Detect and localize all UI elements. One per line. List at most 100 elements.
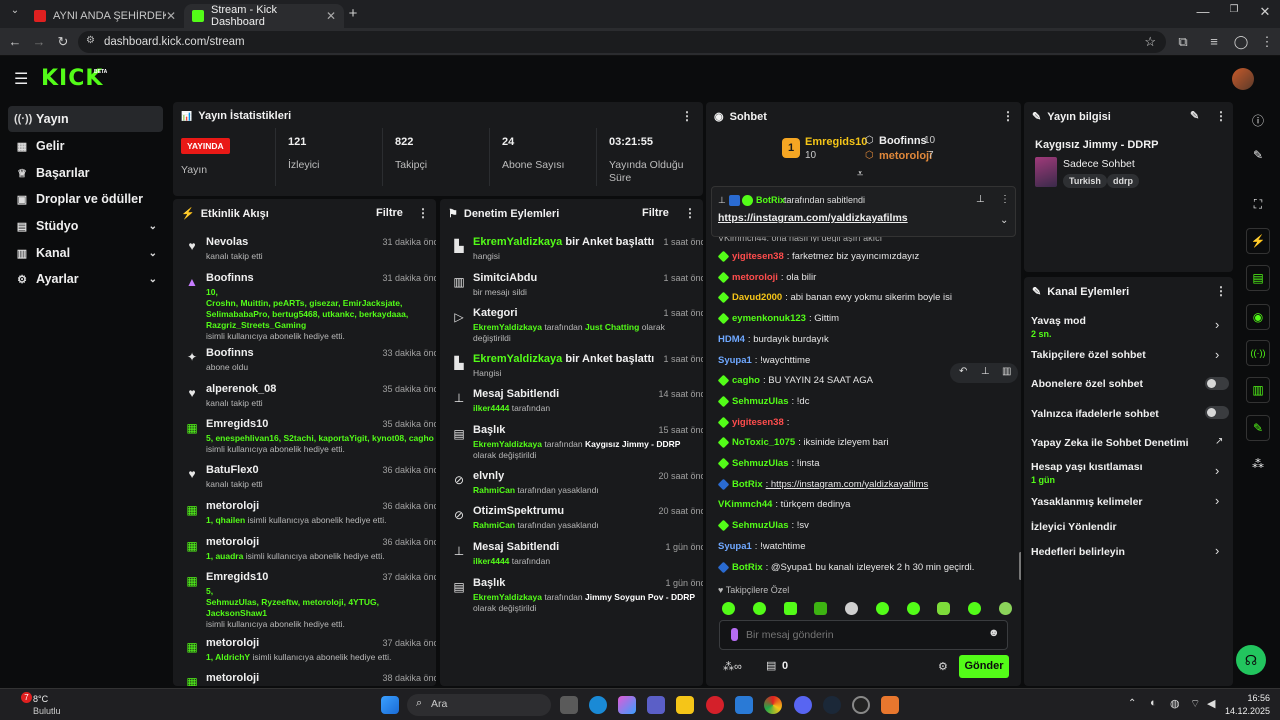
more-options-icon[interactable]: ⋮ bbox=[417, 206, 429, 220]
chat-username[interactable]: yigitesen38 bbox=[732, 251, 784, 262]
chat-username[interactable]: SehmuzUlas bbox=[732, 458, 789, 469]
event-user[interactable]: alperenok_08 bbox=[206, 383, 276, 395]
forward-icon[interactable]: → bbox=[30, 34, 48, 49]
chat-username[interactable]: metoroloji bbox=[732, 272, 778, 283]
mod-actor[interactable]: elvnly bbox=[473, 470, 504, 482]
nav-item-yayin[interactable]: ((·)) Yayın bbox=[8, 106, 163, 132]
close-window-icon[interactable]: ✕ bbox=[1256, 4, 1274, 20]
close-tab-icon[interactable]: ✕ bbox=[326, 9, 336, 23]
mod-actor[interactable]: EkremYaldizkaya bbox=[473, 236, 562, 248]
mic-icon[interactable]: ◍ bbox=[1170, 697, 1180, 710]
weather-temp[interactable]: 8°C bbox=[33, 694, 48, 704]
teams-icon[interactable] bbox=[647, 696, 665, 714]
more-options-icon[interactable]: ⋮ bbox=[1215, 109, 1227, 123]
action-host[interactable]: İzleyici Yönlendir bbox=[1031, 521, 1117, 533]
chat-username[interactable]: Davud2000 bbox=[732, 292, 782, 303]
tag-chip[interactable]: Turkish bbox=[1063, 174, 1107, 188]
edge-icon[interactable] bbox=[589, 696, 607, 714]
hamburger-menu-icon[interactable]: ☰ bbox=[14, 69, 28, 89]
clipboard-icon[interactable]: ▤ bbox=[1246, 265, 1270, 291]
chat-username[interactable]: HDM4 bbox=[718, 334, 745, 345]
chevron-right-icon[interactable]: › bbox=[1215, 463, 1219, 478]
emote-icon[interactable] bbox=[783, 602, 797, 615]
profile-icon[interactable]: ◯ bbox=[1232, 34, 1250, 50]
obs-icon[interactable] bbox=[852, 696, 870, 714]
emotes-only-toggle[interactable] bbox=[1205, 406, 1229, 419]
event-user[interactable]: Nevolas bbox=[206, 236, 248, 248]
minimize-icon[interactable]: — bbox=[1194, 4, 1212, 19]
channel-points-icon[interactable]: ⁂∞ bbox=[723, 660, 742, 673]
chat-input[interactable]: ☻ bbox=[719, 620, 1008, 650]
event-user[interactable]: metoroloji bbox=[206, 637, 259, 649]
tray-chevron-icon[interactable]: ⌃ bbox=[1128, 698, 1136, 709]
browser-tab-1[interactable]: AYNI ANDA ŞEHİRDEKİ BENZİN ✕ bbox=[26, 4, 184, 28]
reply-icon[interactable]: ↶ bbox=[959, 366, 967, 377]
edit-stream-icon[interactable]: ✎ bbox=[1190, 109, 1199, 122]
wrench-rail-icon[interactable]: ✎ bbox=[1246, 415, 1270, 441]
treasure-icon[interactable]: ▤ bbox=[766, 659, 776, 672]
moderation-filter-button[interactable]: Filtre bbox=[642, 207, 669, 219]
collapse-leaderboard-icon[interactable]: ⩡ bbox=[857, 168, 863, 181]
unpin-icon[interactable]: ⊥ bbox=[976, 194, 985, 205]
extensions-icon[interactable]: ⧉ bbox=[1174, 34, 1192, 50]
leaderboard-first-name[interactable]: Emregids10 bbox=[805, 136, 867, 148]
mod-actor[interactable]: SimitciAbdu bbox=[473, 272, 537, 284]
chat-username[interactable]: BotRix bbox=[732, 562, 763, 573]
action-banned-words[interactable]: Yasaklanmış kelimeler bbox=[1031, 496, 1143, 508]
send-button[interactable]: Gönder bbox=[959, 655, 1009, 678]
steam-icon[interactable] bbox=[823, 696, 841, 714]
event-user[interactable]: Boofinns bbox=[206, 347, 254, 359]
reload-icon[interactable]: ↻ bbox=[54, 34, 72, 50]
browser-tab-2[interactable]: Stream - Kick Dashboard ✕ bbox=[184, 4, 344, 28]
activity-filter-button[interactable]: Filtre bbox=[376, 207, 403, 219]
volume-icon[interactable]: ◀ bbox=[1207, 697, 1215, 710]
wifi-icon[interactable]: ⌔ bbox=[1190, 697, 1200, 711]
task-view-icon[interactable] bbox=[560, 696, 578, 714]
discord-icon[interactable] bbox=[794, 696, 812, 714]
pin-message-icon[interactable]: ⊥ bbox=[981, 366, 990, 377]
nav-item-kanal[interactable]: ▥ Kanal ⌄ bbox=[8, 240, 163, 266]
layout-icon[interactable]: ▥ bbox=[1246, 377, 1270, 403]
chat-message-field[interactable] bbox=[746, 627, 976, 643]
event-user[interactable]: metoroloji bbox=[206, 672, 259, 684]
back-icon[interactable]: ← bbox=[6, 34, 24, 49]
subscribers-only-toggle[interactable] bbox=[1205, 377, 1229, 390]
leaderboard-third-name[interactable]: metoroloji bbox=[879, 150, 932, 162]
chat-username[interactable]: SehmuzUlas bbox=[732, 520, 789, 531]
event-user[interactable]: metoroloji bbox=[206, 500, 259, 512]
more-options-icon[interactable]: ⋮ bbox=[1215, 284, 1227, 298]
opera-icon[interactable] bbox=[706, 696, 724, 714]
pinned-more-icon[interactable]: ⋮ bbox=[1000, 194, 1010, 205]
action-followers-only[interactable]: Takipçilere özel sohbet bbox=[1031, 349, 1146, 361]
emote-icon[interactable] bbox=[906, 602, 920, 615]
event-user[interactable]: Emregids10 bbox=[206, 418, 268, 430]
chrome-icon[interactable] bbox=[764, 696, 782, 714]
close-tab-icon[interactable]: ✕ bbox=[166, 9, 176, 23]
more-options-icon[interactable]: ⋮ bbox=[681, 109, 693, 123]
explorer-icon[interactable] bbox=[676, 696, 694, 714]
delete-icon[interactable]: ▥ bbox=[1002, 366, 1011, 377]
chat-username[interactable]: BotRix bbox=[732, 479, 763, 490]
chat-username[interactable]: eymenkonuk123 bbox=[732, 313, 806, 324]
emote-icon[interactable] bbox=[998, 602, 1012, 615]
taskbar-search[interactable]: ⌕ Ara bbox=[407, 694, 551, 716]
support-headset-icon[interactable]: ☊ bbox=[1236, 645, 1266, 675]
chat-username[interactable]: NoToxic_1075 bbox=[732, 437, 795, 448]
chat-username[interactable]: SehmuzUlas bbox=[732, 396, 789, 407]
emote-icon[interactable] bbox=[752, 602, 766, 615]
leaderboard-second-name[interactable]: Boofinns bbox=[879, 135, 927, 147]
emote-icon[interactable] bbox=[968, 602, 982, 615]
edit-icon[interactable]: ✎ bbox=[1246, 148, 1270, 162]
chat-username[interactable]: cagho bbox=[732, 375, 760, 386]
chevron-right-icon[interactable]: › bbox=[1215, 543, 1219, 558]
emote-icon[interactable] bbox=[814, 602, 828, 615]
chat-username[interactable]: VKimmch44 bbox=[718, 499, 772, 510]
nav-item-studyo[interactable]: ▤ Stüdyo ⌄ bbox=[8, 213, 163, 239]
url-input[interactable]: ⚙ dashboard.kick.com/stream ☆ bbox=[78, 31, 1166, 53]
action-slow-mode[interactable]: Yavaş mod 2 sn. bbox=[1031, 315, 1086, 339]
chevron-down-icon[interactable]: ⌄ bbox=[1000, 215, 1008, 226]
stream-category[interactable]: Sadece Sohbet bbox=[1063, 158, 1135, 170]
chat-scrollbar[interactable] bbox=[1019, 552, 1021, 580]
restore-icon[interactable]: ❐ bbox=[1225, 4, 1243, 15]
chat-username[interactable]: Syupa1 bbox=[718, 355, 752, 366]
